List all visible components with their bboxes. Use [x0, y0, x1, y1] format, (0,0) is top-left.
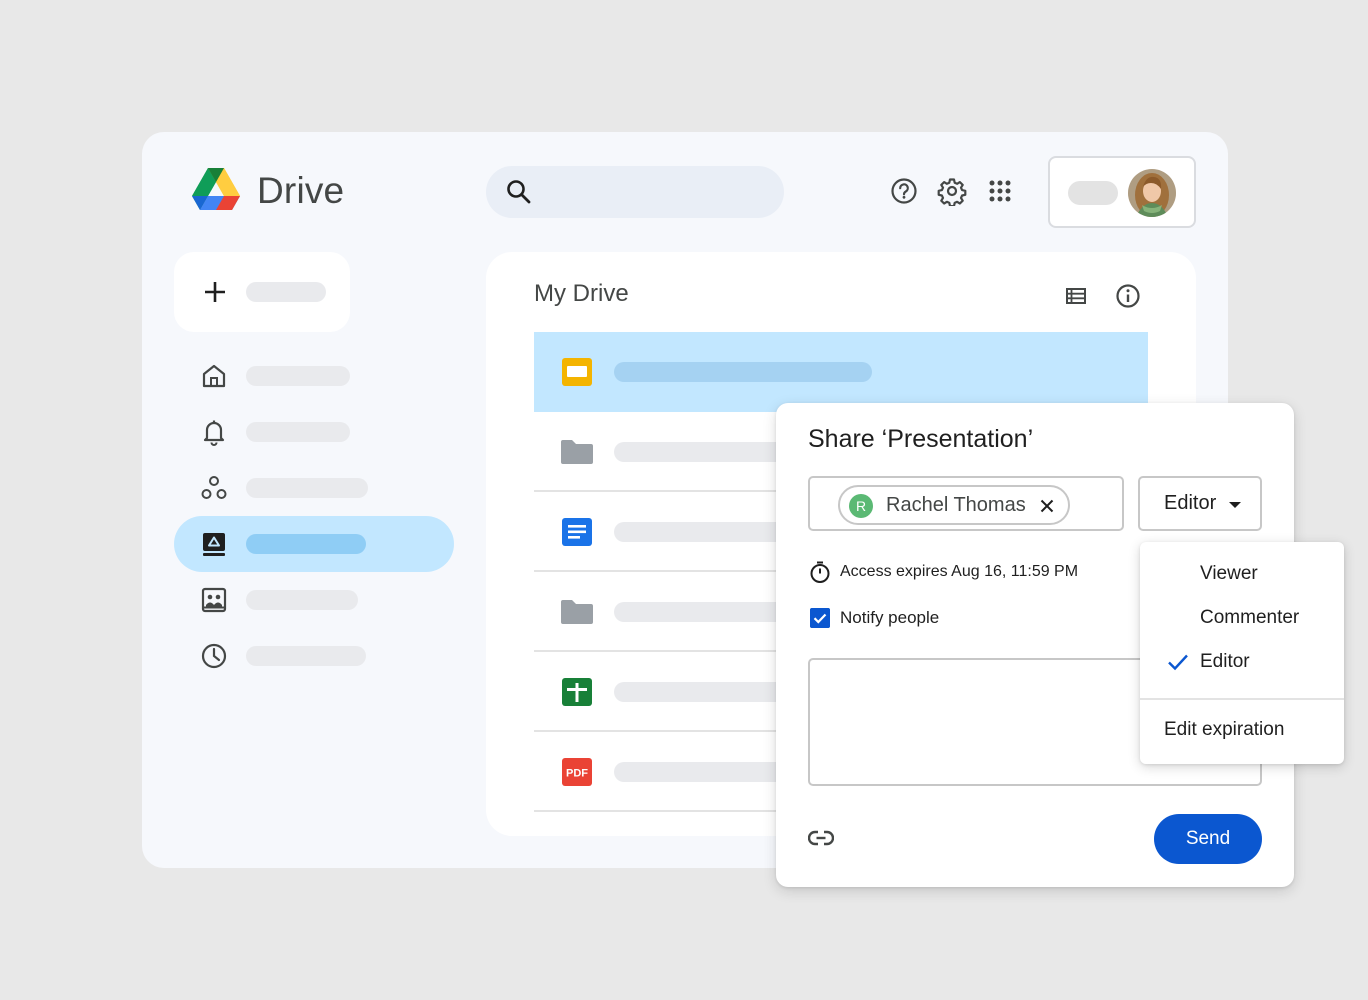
person-chip[interactable]: R Rachel Thomas [838, 485, 1070, 525]
sidebar-label-placeholder [246, 590, 358, 610]
menu-item-label: Edit expiration [1164, 719, 1285, 740]
gear-icon[interactable] [937, 176, 967, 206]
info-icon[interactable] [1114, 282, 1142, 310]
role-select-value: Editor [1164, 492, 1217, 514]
menu-item-edit-expiration[interactable]: Edit expiration [1140, 709, 1344, 753]
shared-drives-icon [201, 587, 227, 613]
timer-icon [810, 561, 830, 583]
person-avatar: R [849, 494, 873, 518]
menu-divider [1140, 698, 1344, 700]
access-expiry-text: Access expires Aug 16, 11:59 PM [840, 563, 1079, 580]
folder-icon [561, 600, 593, 624]
menu-item-label: Editor [1200, 651, 1250, 672]
sidebar-label-placeholder [246, 534, 366, 554]
app-title: Drive [257, 170, 345, 211]
sidebar-label-placeholder [246, 646, 366, 666]
dialog-title: Share ‘Presentation’ [808, 425, 1034, 453]
search-icon [507, 180, 531, 204]
new-button-label-placeholder [246, 282, 326, 302]
sidebar-item-workspaces[interactable] [174, 460, 454, 516]
docs-file-icon [562, 518, 592, 546]
menu-item-viewer[interactable]: Viewer [1140, 553, 1344, 597]
list-view-icon[interactable] [1064, 284, 1088, 308]
new-button[interactable] [174, 252, 350, 332]
notify-label[interactable]: Notify people [840, 608, 939, 628]
file-row[interactable] [534, 332, 1148, 412]
sidebar-item-activity[interactable] [174, 404, 454, 460]
home-icon [202, 364, 226, 388]
link-icon[interactable] [808, 828, 834, 848]
send-button[interactable]: Send [1154, 814, 1262, 864]
folder-icon [561, 440, 593, 464]
page-title: My Drive [534, 280, 629, 307]
account-name-placeholder [1068, 181, 1118, 205]
bell-icon [203, 420, 225, 446]
avatar [1128, 169, 1176, 217]
slides-file-icon [562, 358, 592, 386]
person-name: Rachel Thomas [886, 494, 1026, 516]
sidebar-label-placeholder [246, 366, 350, 386]
menu-item-label: Commenter [1200, 607, 1300, 628]
sidebar-item-recent[interactable] [174, 628, 454, 684]
menu-item-commenter[interactable]: Commenter [1140, 597, 1344, 641]
search-input[interactable] [486, 166, 784, 218]
role-menu: Viewer Commenter Editor Edit expiration [1140, 542, 1344, 764]
sidebar-label-placeholder [246, 478, 368, 498]
file-name-placeholder [614, 362, 872, 382]
apps-grid-icon[interactable] [985, 176, 1015, 206]
my-drive-icon [203, 533, 225, 556]
plus-icon [205, 282, 225, 302]
sheets-file-icon [562, 678, 592, 706]
menu-item-editor[interactable]: Editor [1140, 641, 1344, 685]
caret-down-icon [1229, 502, 1241, 508]
account-switcher[interactable] [1048, 156, 1196, 228]
sidebar-item-my-drive[interactable] [174, 516, 454, 572]
workspaces-icon [201, 476, 227, 499]
help-icon[interactable] [889, 176, 919, 206]
clock-icon [201, 643, 227, 669]
sidebar-item-home[interactable] [174, 348, 454, 404]
check-icon [1168, 654, 1188, 671]
people-input[interactable]: R Rachel Thomas [808, 476, 1124, 531]
notify-checkbox[interactable] [810, 608, 830, 628]
drive-logo-icon [192, 168, 240, 210]
sidebar-item-shared-drives[interactable] [174, 572, 454, 628]
role-select[interactable]: Editor [1138, 476, 1262, 531]
menu-item-label: Viewer [1200, 563, 1258, 584]
sidebar-label-placeholder [246, 422, 350, 442]
pdf-file-icon: PDF [562, 758, 592, 786]
pdf-icon-label: PDF [566, 768, 588, 780]
close-icon[interactable] [1038, 497, 1056, 515]
